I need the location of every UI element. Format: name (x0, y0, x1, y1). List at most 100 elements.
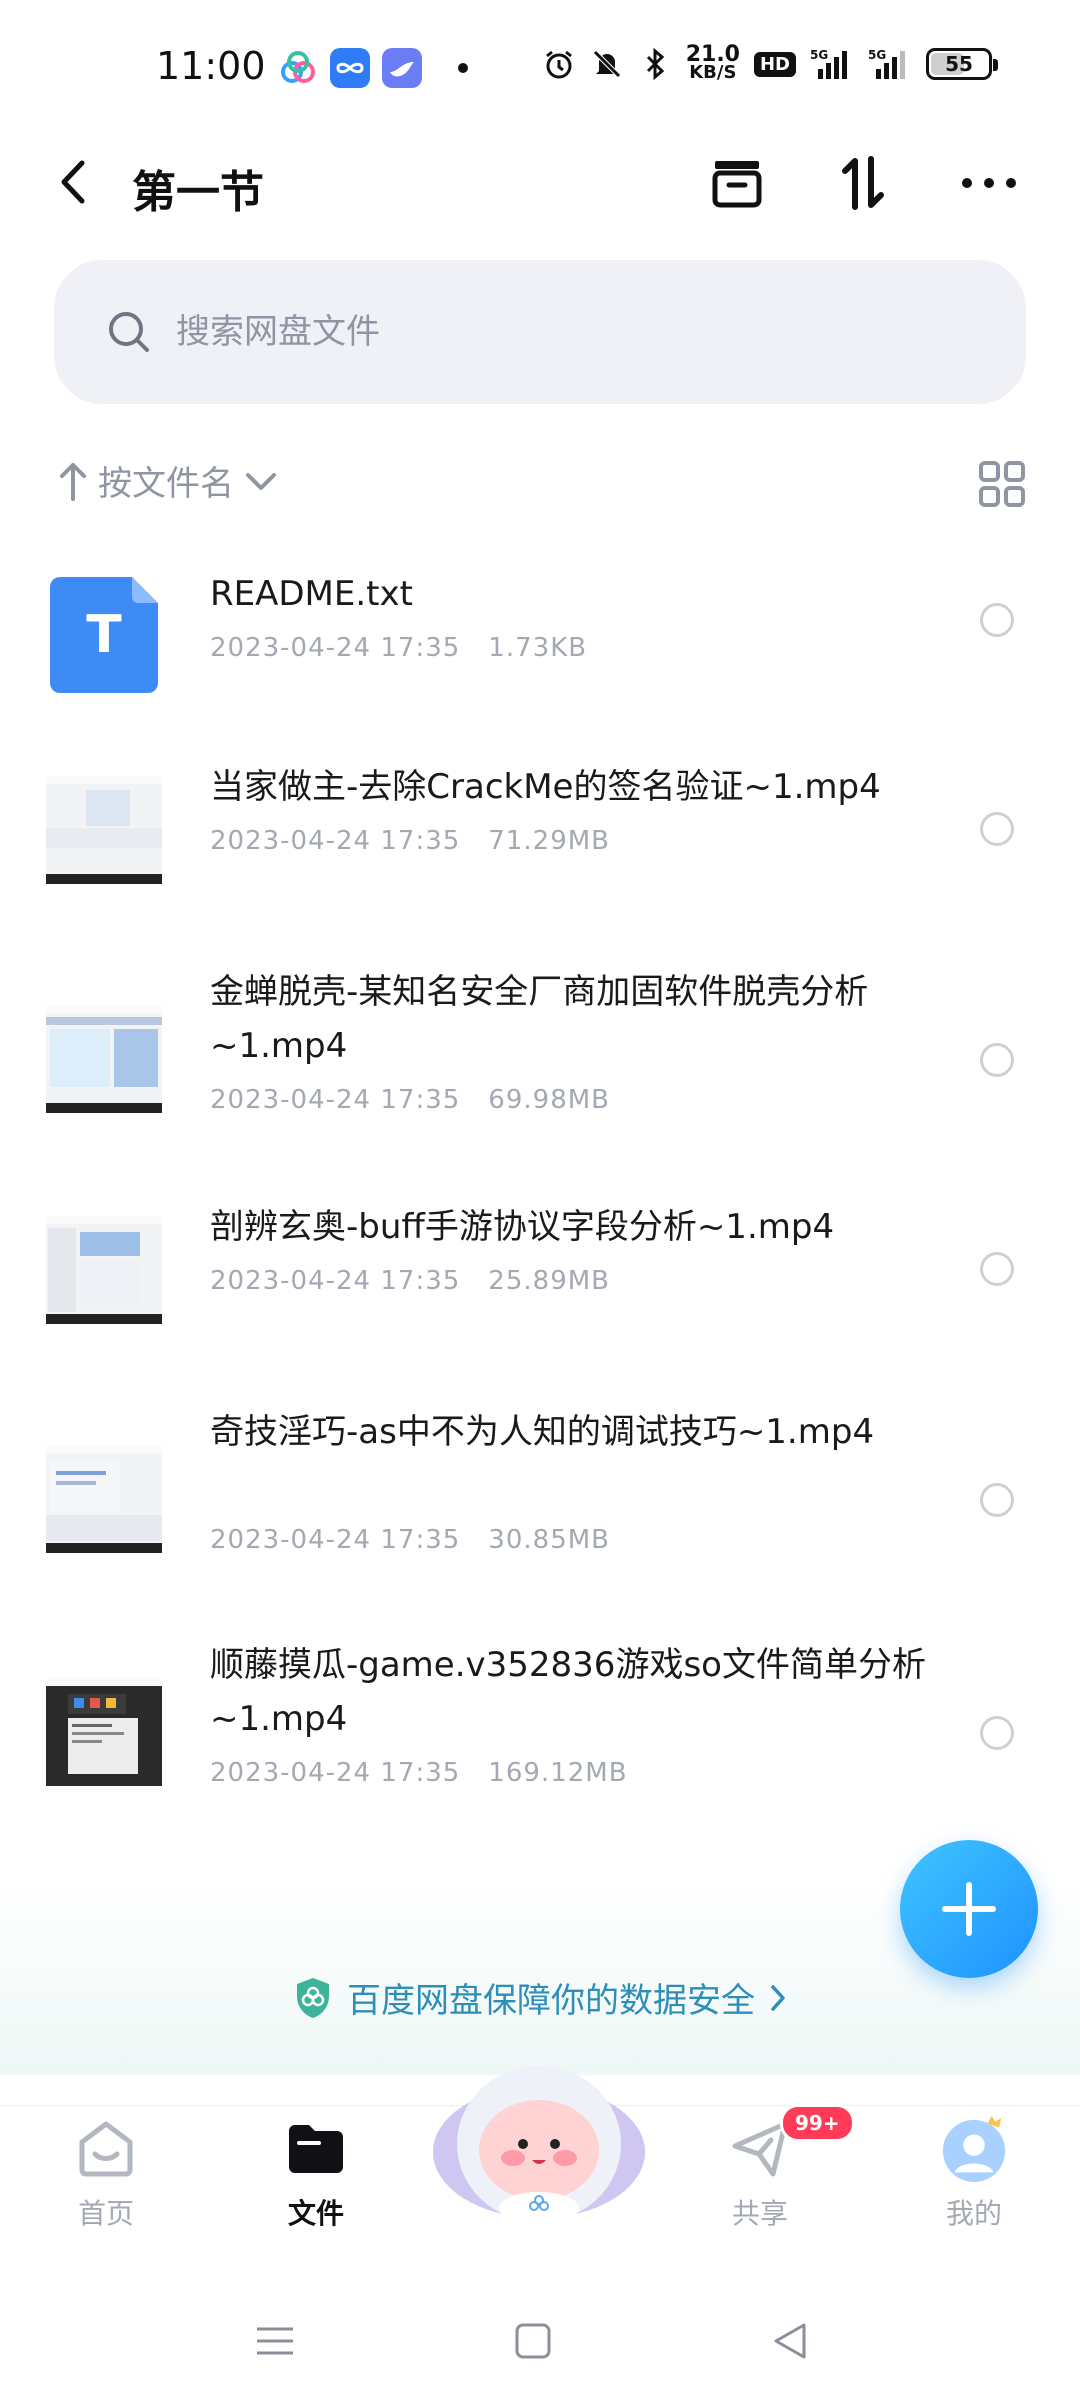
status-app-icons (278, 48, 468, 88)
file-name: README.txt (210, 574, 413, 614)
file-meta: 2023-04-24 17:35 71.29MB (210, 826, 610, 856)
nav-files[interactable]: 文件 (246, 2114, 386, 2232)
hd-badge: HD (753, 51, 796, 77)
mascot-center-button[interactable] (428, 2040, 650, 2230)
file-meta: 2023-04-24 17:35 169.12MB (210, 1758, 628, 1788)
bluetooth-icon (646, 47, 664, 81)
sort-bar: 按文件名 (58, 456, 1026, 516)
select-radio[interactable] (980, 1043, 1014, 1077)
file-item[interactable]: 金蝉脱壳-某知名安全厂商加固软件脱壳分析~1.mp4 2023-04-24 17… (0, 965, 1080, 1135)
file-meta: 2023-04-24 17:35 30.85MB (210, 1525, 610, 1555)
sort-by-name-button[interactable]: 按文件名 (58, 456, 1026, 505)
file-size: 1.73KB (488, 633, 588, 663)
system-home-button[interactable] (503, 2311, 563, 2371)
sort-toggle-button[interactable] (828, 148, 898, 218)
plus-icon (942, 1882, 996, 1936)
menu-icon (257, 2327, 293, 2355)
back-button[interactable] (48, 152, 98, 212)
file-name: 顺藤摸瓜-game.v352836游戏so文件简单分析~1.mp4 (210, 1645, 926, 1739)
video-thumbnail (46, 1212, 162, 1328)
top-app-bar: 第一节 (0, 130, 1080, 230)
share-badge: 99+ (780, 2104, 855, 2142)
system-navigation-bar (0, 2285, 1080, 2400)
chevron-left-icon (61, 160, 85, 204)
file-name: 剖辨玄奥-buff手游协议字段分析~1.mp4 (210, 1207, 835, 1247)
battery-indicator: 55 (926, 48, 998, 80)
select-radio[interactable] (980, 1483, 1014, 1517)
select-radio[interactable] (980, 1716, 1014, 1750)
system-back-button[interactable] (760, 2311, 820, 2371)
avatar-icon (942, 2115, 1006, 2183)
system-menu-button[interactable] (245, 2311, 305, 2371)
svg-text:5G: 5G (868, 48, 886, 62)
file-size: 71.29MB (488, 826, 610, 856)
status-indicators: 21.0 KB/S HD 5G 5G 55 (542, 42, 998, 83)
file-meta: 2023-04-24 17:35 1.73KB (210, 633, 587, 663)
video-thumbnail (46, 772, 162, 888)
file-item[interactable]: T README.txt 2023-04-24 17:35 1.73KB (0, 555, 1080, 695)
file-item[interactable]: 剖辨玄奥-buff手游协议字段分析~1.mp4 2023-04-24 17:35… (0, 1200, 1080, 1340)
square-icon (515, 2323, 551, 2359)
file-size: 30.85MB (488, 1525, 610, 1555)
file-size: 69.98MB (488, 1085, 610, 1115)
notification-dot (458, 63, 468, 73)
file-meta: 2023-04-24 17:35 25.89MB (210, 1266, 610, 1296)
signal-5g-icon: 5G (810, 48, 847, 79)
nav-home-label: 首页 (77, 2197, 134, 2230)
status-bar: 11:00 21.0 KB/S HD 5G 5G 55 (0, 0, 1080, 130)
baidu-netdisk-app-icon (281, 51, 315, 83)
alarm-icon (545, 50, 572, 79)
file-date: 2023-04-24 17:35 (210, 1525, 461, 1555)
search-bar[interactable] (54, 260, 1026, 404)
shield-icon (297, 1977, 329, 2018)
sort-label: 按文件名 (98, 464, 234, 504)
nav-share-label: 共享 (731, 2197, 788, 2230)
chevron-down-icon (246, 472, 276, 490)
grid-view-icon[interactable] (978, 460, 1026, 508)
security-text: 百度网盘保障你的数据安全 (347, 1981, 755, 2021)
nav-mine[interactable]: 我的 (904, 2114, 1044, 2232)
txt-file-icon: T (46, 577, 162, 693)
video-thumbnail (46, 1001, 162, 1117)
video-thumbnail (46, 1674, 162, 1790)
svg-text:5G: 5G (810, 48, 828, 62)
arrow-up-icon (60, 462, 86, 501)
chevron-right-icon (771, 1984, 785, 2011)
sort-arrows-icon (842, 156, 884, 210)
nav-home[interactable]: 首页 (36, 2114, 176, 2232)
file-date: 2023-04-24 17:35 (210, 633, 461, 663)
signal-5g-icon-2: 5G (868, 48, 905, 79)
file-name: 金蝉脱壳-某知名安全厂商加固软件脱壳分析~1.mp4 (210, 972, 869, 1066)
search-input[interactable] (176, 312, 876, 352)
select-radio[interactable] (980, 1252, 1014, 1286)
select-radio[interactable] (980, 603, 1014, 637)
more-options-button[interactable] (954, 148, 1024, 218)
file-size: 25.89MB (488, 1266, 610, 1296)
file-date: 2023-04-24 17:35 (210, 1266, 461, 1296)
file-size: 169.12MB (488, 1758, 628, 1788)
file-date: 2023-04-24 17:35 (210, 826, 461, 856)
file-date: 2023-04-24 17:35 (210, 1758, 461, 1788)
network-speed: 21.0 KB/S (685, 42, 740, 83)
triangle-back-icon (774, 2323, 806, 2359)
file-item[interactable]: 奇技淫巧-as中不为人知的调试技巧~1.mp4 2023-04-24 17:35… (0, 1405, 1080, 1575)
mute-icon (592, 50, 621, 78)
select-radio[interactable] (980, 812, 1014, 846)
video-thumbnail (46, 1441, 162, 1557)
file-item[interactable]: 顺藤摸瓜-game.v352836游戏so文件简单分析~1.mp4 2023-0… (0, 1638, 1080, 1808)
status-time: 11:00 (156, 44, 266, 88)
archive-icon (712, 161, 762, 208)
file-name: 奇技淫巧-as中不为人知的调试技巧~1.mp4 (210, 1412, 875, 1452)
bird-app-icon (382, 48, 422, 88)
archive-button[interactable] (702, 148, 772, 218)
file-name: 当家做主-去除CrackMe的签名验证~1.mp4 (210, 767, 881, 807)
folder-icon (289, 2125, 343, 2173)
infinity-app-icon (330, 48, 370, 88)
file-item[interactable]: 当家做主-去除CrackMe的签名验证~1.mp4 2023-04-24 17:… (0, 760, 1080, 900)
add-button[interactable] (900, 1840, 1038, 1978)
home-icon (79, 2121, 133, 2177)
file-meta: 2023-04-24 17:35 69.98MB (210, 1085, 610, 1115)
page-title: 第一节 (132, 167, 264, 218)
nav-mine-label: 我的 (945, 2197, 1002, 2230)
file-date: 2023-04-24 17:35 (210, 1085, 461, 1115)
